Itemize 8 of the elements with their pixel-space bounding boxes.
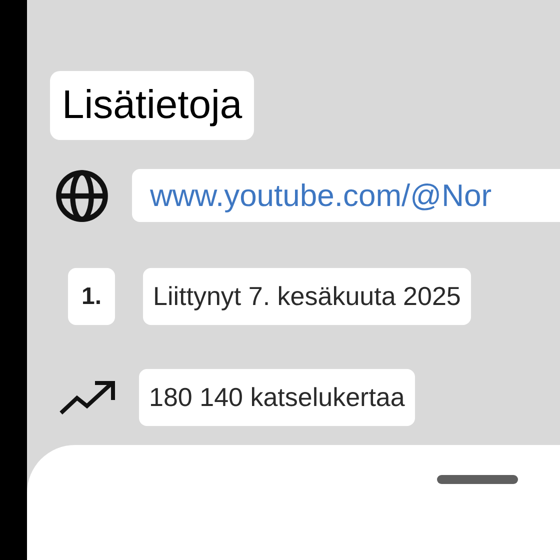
drag-handle[interactable]	[437, 475, 518, 484]
section-title: Lisätietoja	[50, 71, 254, 140]
website-link[interactable]: www.youtube.com/@Nor	[132, 169, 560, 222]
joined-date: Liittynyt 7. kesäkuuta 2025	[143, 268, 471, 325]
badge-text: 1.	[68, 268, 115, 325]
trending-up-icon	[59, 380, 117, 416]
view-count: 180 140 katselukertaa	[139, 369, 415, 426]
globe-icon	[54, 168, 110, 224]
